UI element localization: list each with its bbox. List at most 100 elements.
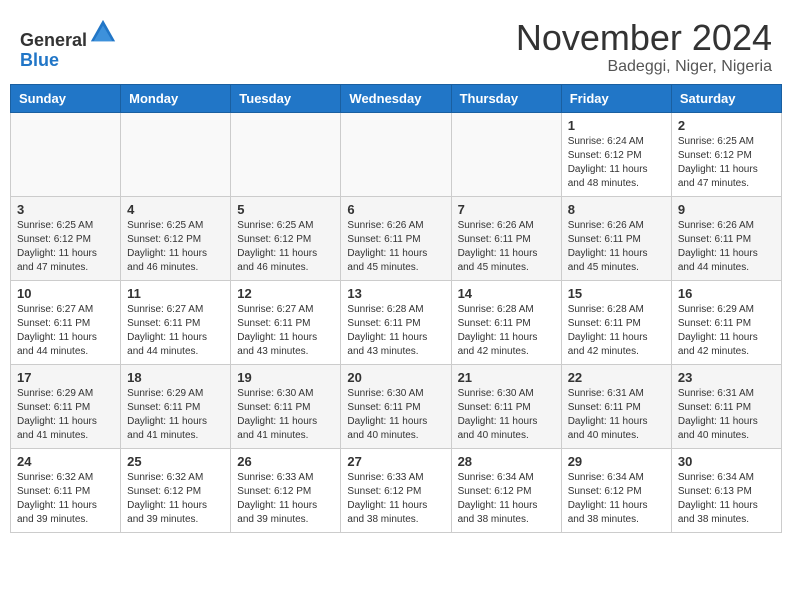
day-number: 1	[568, 118, 665, 133]
day-number: 28	[458, 454, 555, 469]
calendar-cell: 27 Sunrise: 6:33 AM Sunset: 6:12 PM Dayli…	[341, 448, 451, 532]
day-info: Sunrise: 6:30 AM Sunset: 6:11 PM Dayligh…	[458, 387, 555, 443]
weekday-header: Thursday	[451, 84, 561, 112]
calendar-cell: 5 Sunrise: 6:25 AM Sunset: 6:12 PM Daylig…	[231, 196, 341, 280]
day-info: Sunrise: 6:28 AM Sunset: 6:11 PM Dayligh…	[458, 303, 555, 359]
calendar-cell: 29 Sunrise: 6:34 AM Sunset: 6:12 PM Dayli…	[561, 448, 671, 532]
calendar-week-row: 10 Sunrise: 6:27 AM Sunset: 6:11 PM Dayli…	[11, 280, 782, 364]
day-number: 13	[347, 286, 444, 301]
day-info: Sunrise: 6:29 AM Sunset: 6:11 PM Dayligh…	[17, 387, 114, 443]
day-info: Sunrise: 6:28 AM Sunset: 6:11 PM Dayligh…	[568, 303, 665, 359]
day-number: 29	[568, 454, 665, 469]
day-number: 2	[678, 118, 775, 133]
location: Badeggi, Niger, Nigeria	[516, 58, 772, 76]
calendar-cell: 18 Sunrise: 6:29 AM Sunset: 6:11 PM Dayli…	[121, 364, 231, 448]
day-info: Sunrise: 6:32 AM Sunset: 6:11 PM Dayligh…	[17, 471, 114, 527]
day-info: Sunrise: 6:34 AM Sunset: 6:13 PM Dayligh…	[678, 471, 775, 527]
calendar-cell: 16 Sunrise: 6:29 AM Sunset: 6:11 PM Dayli…	[671, 280, 781, 364]
day-info: Sunrise: 6:24 AM Sunset: 6:12 PM Dayligh…	[568, 135, 665, 191]
weekday-header: Monday	[121, 84, 231, 112]
day-info: Sunrise: 6:27 AM Sunset: 6:11 PM Dayligh…	[17, 303, 114, 359]
day-info: Sunrise: 6:25 AM Sunset: 6:12 PM Dayligh…	[127, 219, 224, 275]
logo-blue: Blue	[20, 50, 59, 70]
calendar-cell: 24 Sunrise: 6:32 AM Sunset: 6:11 PM Dayli…	[11, 448, 121, 532]
logo-icon	[89, 18, 117, 46]
calendar-week-row: 3 Sunrise: 6:25 AM Sunset: 6:12 PM Daylig…	[11, 196, 782, 280]
calendar-cell: 7 Sunrise: 6:26 AM Sunset: 6:11 PM Daylig…	[451, 196, 561, 280]
logo-text: General	[20, 18, 117, 51]
weekday-header: Friday	[561, 84, 671, 112]
day-info: Sunrise: 6:26 AM Sunset: 6:11 PM Dayligh…	[568, 219, 665, 275]
calendar-header-row: SundayMondayTuesdayWednesdayThursdayFrid…	[11, 84, 782, 112]
calendar-cell: 21 Sunrise: 6:30 AM Sunset: 6:11 PM Dayli…	[451, 364, 561, 448]
title-block: November 2024 Badeggi, Niger, Nigeria	[516, 18, 772, 76]
page-header: General Blue November 2024 Badeggi, Nige…	[10, 10, 782, 76]
calendar-cell: 11 Sunrise: 6:27 AM Sunset: 6:11 PM Dayli…	[121, 280, 231, 364]
day-info: Sunrise: 6:26 AM Sunset: 6:11 PM Dayligh…	[458, 219, 555, 275]
day-info: Sunrise: 6:34 AM Sunset: 6:12 PM Dayligh…	[458, 471, 555, 527]
calendar-cell: 13 Sunrise: 6:28 AM Sunset: 6:11 PM Dayli…	[341, 280, 451, 364]
day-number: 11	[127, 286, 224, 301]
day-number: 27	[347, 454, 444, 469]
day-number: 25	[127, 454, 224, 469]
weekday-header: Wednesday	[341, 84, 451, 112]
day-number: 26	[237, 454, 334, 469]
calendar-cell	[231, 112, 341, 196]
day-number: 3	[17, 202, 114, 217]
calendar-cell	[341, 112, 451, 196]
calendar-week-row: 24 Sunrise: 6:32 AM Sunset: 6:11 PM Dayli…	[11, 448, 782, 532]
calendar-cell: 19 Sunrise: 6:30 AM Sunset: 6:11 PM Dayli…	[231, 364, 341, 448]
day-info: Sunrise: 6:26 AM Sunset: 6:11 PM Dayligh…	[678, 219, 775, 275]
day-info: Sunrise: 6:25 AM Sunset: 6:12 PM Dayligh…	[237, 219, 334, 275]
day-info: Sunrise: 6:34 AM Sunset: 6:12 PM Dayligh…	[568, 471, 665, 527]
day-number: 21	[458, 370, 555, 385]
calendar-cell: 28 Sunrise: 6:34 AM Sunset: 6:12 PM Dayli…	[451, 448, 561, 532]
logo: General Blue	[20, 18, 117, 71]
day-number: 22	[568, 370, 665, 385]
calendar-cell: 22 Sunrise: 6:31 AM Sunset: 6:11 PM Dayli…	[561, 364, 671, 448]
day-number: 23	[678, 370, 775, 385]
logo-blue-text: Blue	[20, 51, 117, 71]
day-info: Sunrise: 6:27 AM Sunset: 6:11 PM Dayligh…	[127, 303, 224, 359]
day-number: 4	[127, 202, 224, 217]
day-info: Sunrise: 6:29 AM Sunset: 6:11 PM Dayligh…	[127, 387, 224, 443]
day-number: 5	[237, 202, 334, 217]
day-info: Sunrise: 6:33 AM Sunset: 6:12 PM Dayligh…	[347, 471, 444, 527]
day-info: Sunrise: 6:27 AM Sunset: 6:11 PM Dayligh…	[237, 303, 334, 359]
calendar-cell: 10 Sunrise: 6:27 AM Sunset: 6:11 PM Dayli…	[11, 280, 121, 364]
logo-general: General	[20, 30, 87, 50]
day-number: 10	[17, 286, 114, 301]
calendar-cell	[121, 112, 231, 196]
day-info: Sunrise: 6:29 AM Sunset: 6:11 PM Dayligh…	[678, 303, 775, 359]
calendar-cell: 4 Sunrise: 6:25 AM Sunset: 6:12 PM Daylig…	[121, 196, 231, 280]
calendar-cell: 2 Sunrise: 6:25 AM Sunset: 6:12 PM Daylig…	[671, 112, 781, 196]
day-info: Sunrise: 6:28 AM Sunset: 6:11 PM Dayligh…	[347, 303, 444, 359]
day-info: Sunrise: 6:25 AM Sunset: 6:12 PM Dayligh…	[17, 219, 114, 275]
calendar-cell	[11, 112, 121, 196]
day-number: 16	[678, 286, 775, 301]
day-info: Sunrise: 6:30 AM Sunset: 6:11 PM Dayligh…	[237, 387, 334, 443]
calendar-cell: 3 Sunrise: 6:25 AM Sunset: 6:12 PM Daylig…	[11, 196, 121, 280]
weekday-header: Sunday	[11, 84, 121, 112]
month-title: November 2024	[516, 18, 772, 58]
day-number: 8	[568, 202, 665, 217]
calendar-cell: 15Sunrise: 6:28 AM Sunset: 6:11 PM Dayli…	[561, 280, 671, 364]
calendar-cell: 25 Sunrise: 6:32 AM Sunset: 6:12 PM Dayli…	[121, 448, 231, 532]
calendar-cell: 17 Sunrise: 6:29 AM Sunset: 6:11 PM Dayli…	[11, 364, 121, 448]
day-info: Sunrise: 6:25 AM Sunset: 6:12 PM Dayligh…	[678, 135, 775, 191]
day-number: 24	[17, 454, 114, 469]
calendar-cell	[451, 112, 561, 196]
day-number: 18	[127, 370, 224, 385]
calendar-cell: 1 Sunrise: 6:24 AM Sunset: 6:12 PM Daylig…	[561, 112, 671, 196]
calendar-cell: 30Sunrise: 6:34 AM Sunset: 6:13 PM Dayli…	[671, 448, 781, 532]
day-number: 7	[458, 202, 555, 217]
day-number: 19	[237, 370, 334, 385]
day-number: 12	[237, 286, 334, 301]
day-number: 20	[347, 370, 444, 385]
calendar-cell: 12 Sunrise: 6:27 AM Sunset: 6:11 PM Dayli…	[231, 280, 341, 364]
day-info: Sunrise: 6:31 AM Sunset: 6:11 PM Dayligh…	[568, 387, 665, 443]
day-number: 17	[17, 370, 114, 385]
calendar-cell: 9Sunrise: 6:26 AM Sunset: 6:11 PM Daylig…	[671, 196, 781, 280]
day-info: Sunrise: 6:32 AM Sunset: 6:12 PM Dayligh…	[127, 471, 224, 527]
calendar-cell: 20Sunrise: 6:30 AM Sunset: 6:11 PM Dayli…	[341, 364, 451, 448]
